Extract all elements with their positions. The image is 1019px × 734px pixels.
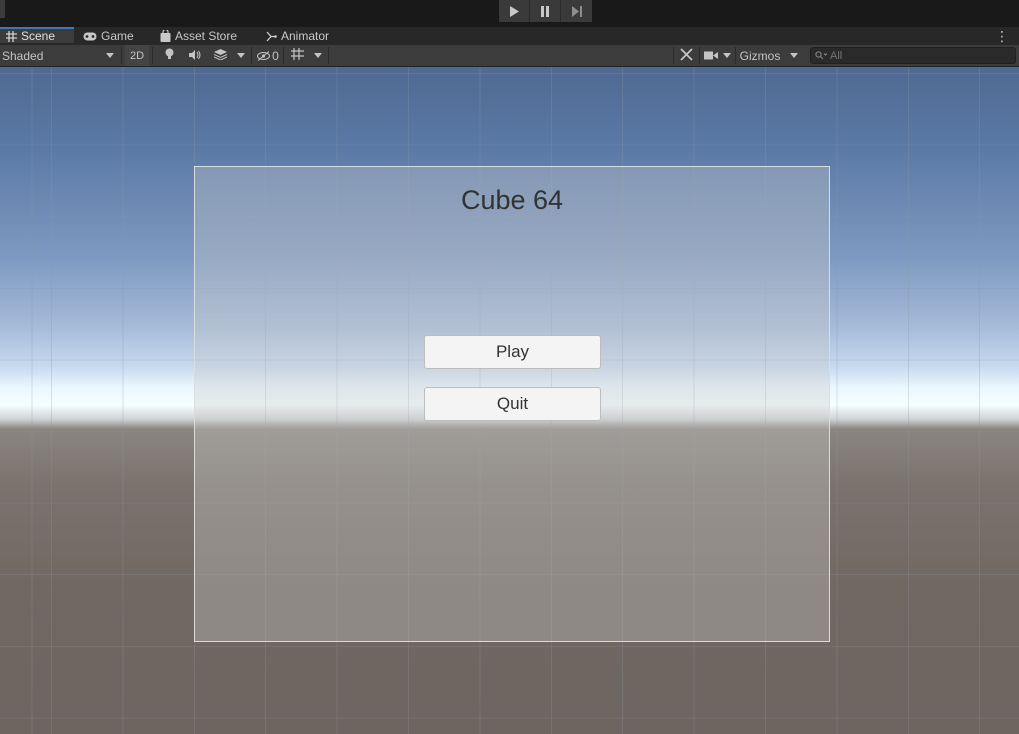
camera-icon [704, 49, 718, 63]
main-menu-panel[interactable]: Cube 64 Play Quit [194, 166, 830, 642]
tab-label: Animator [281, 29, 330, 43]
lightbulb-icon [165, 48, 174, 63]
search-input[interactable] [830, 49, 1000, 62]
quit-button-ui[interactable]: Quit [424, 387, 601, 421]
layers-icon [213, 48, 227, 63]
tab-label: Asset Store [175, 29, 238, 43]
gamepad-icon [83, 32, 97, 41]
lighting-toggle[interactable] [158, 45, 180, 66]
game-title: Cube 64 [460, 185, 564, 215]
divider [121, 47, 122, 64]
pause-button[interactable] [530, 0, 561, 22]
chevron-down-icon [723, 53, 731, 58]
divider [673, 47, 674, 64]
toggle-2d-button[interactable]: 2D [125, 45, 149, 66]
kebab-menu-icon: ⋮ [995, 27, 1009, 44]
pause-icon [540, 5, 550, 17]
divider [699, 47, 700, 64]
animator-icon [266, 31, 277, 42]
chevron-down-icon [314, 53, 322, 58]
toolbar-edge [0, 0, 5, 18]
hidden-objects-toggle[interactable]: 0 [254, 45, 282, 66]
toggle-2d-label: 2D [129, 49, 145, 62]
chevron-down-icon [237, 53, 245, 58]
chevron-down-icon [106, 53, 114, 58]
play-icon [509, 5, 519, 17]
effects-toggle[interactable] [209, 45, 231, 66]
draw-mode-label: Shaded [2, 48, 44, 63]
audio-toggle[interactable] [184, 45, 206, 66]
tab-asset-store[interactable]: Asset Store [160, 27, 237, 45]
wrench-icon [679, 47, 693, 64]
divider [251, 47, 252, 64]
tab-animator[interactable]: Animator [266, 27, 329, 45]
draw-mode-dropdown[interactable]: Shaded [0, 45, 120, 66]
divider [283, 47, 284, 64]
camera-dropdown[interactable] [720, 45, 734, 66]
tools-button[interactable] [676, 45, 696, 66]
step-button[interactable] [561, 0, 592, 22]
divider [152, 47, 153, 64]
play-toolbar [0, 0, 1019, 25]
gizmos-label: Gizmos [739, 48, 781, 63]
shopping-bag-icon [160, 30, 171, 42]
step-icon [571, 5, 583, 17]
grid-toggle[interactable] [286, 45, 308, 66]
tab-game[interactable]: Game [83, 27, 134, 45]
play-button-ui[interactable]: Play [424, 335, 601, 369]
effects-dropdown[interactable] [233, 45, 249, 66]
more-options-button[interactable]: ⋮ [995, 27, 1009, 45]
scene-viewport[interactable]: Cube 64 Play Quit [0, 67, 1019, 734]
play-button[interactable] [499, 0, 530, 22]
search-icon [815, 51, 827, 60]
camera-settings-button[interactable] [702, 45, 720, 66]
divider [328, 47, 329, 64]
speaker-icon [189, 49, 201, 63]
chevron-down-icon [790, 53, 798, 58]
tab-scene[interactable]: Scene [0, 27, 74, 43]
tab-label: Scene [21, 29, 56, 43]
hash-icon [6, 30, 17, 42]
eye-slash-icon [257, 50, 271, 61]
scene-toolbar: Shaded 2D 0 Gizmos All [0, 45, 1019, 67]
gizmos-dropdown[interactable] [786, 45, 802, 66]
grid-icon [290, 48, 304, 63]
tab-label: Game [101, 29, 134, 43]
scene-search[interactable] [810, 47, 1016, 64]
grid-dropdown[interactable] [310, 45, 326, 66]
hidden-count: 0 [272, 48, 279, 63]
gizmos-button[interactable]: Gizmos [736, 45, 784, 66]
editor-tab-bar: Scene Game Asset Store Animator ⋮ [0, 27, 1019, 45]
play-controls [499, 0, 592, 22]
